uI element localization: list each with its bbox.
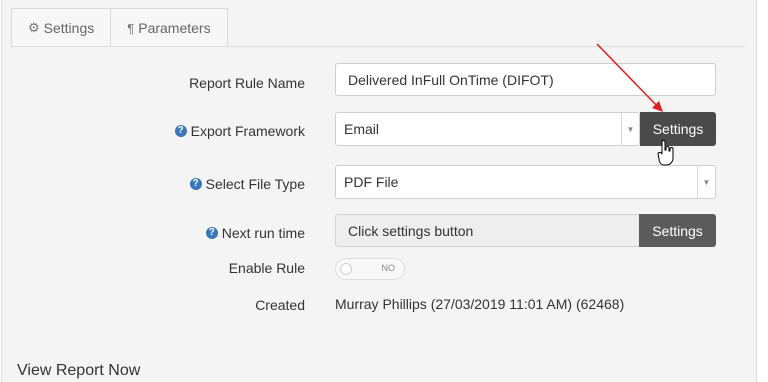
annotation-arrow-icon <box>596 43 663 112</box>
hand-cursor-icon <box>657 140 674 166</box>
annotation-overlay <box>596 43 674 166</box>
